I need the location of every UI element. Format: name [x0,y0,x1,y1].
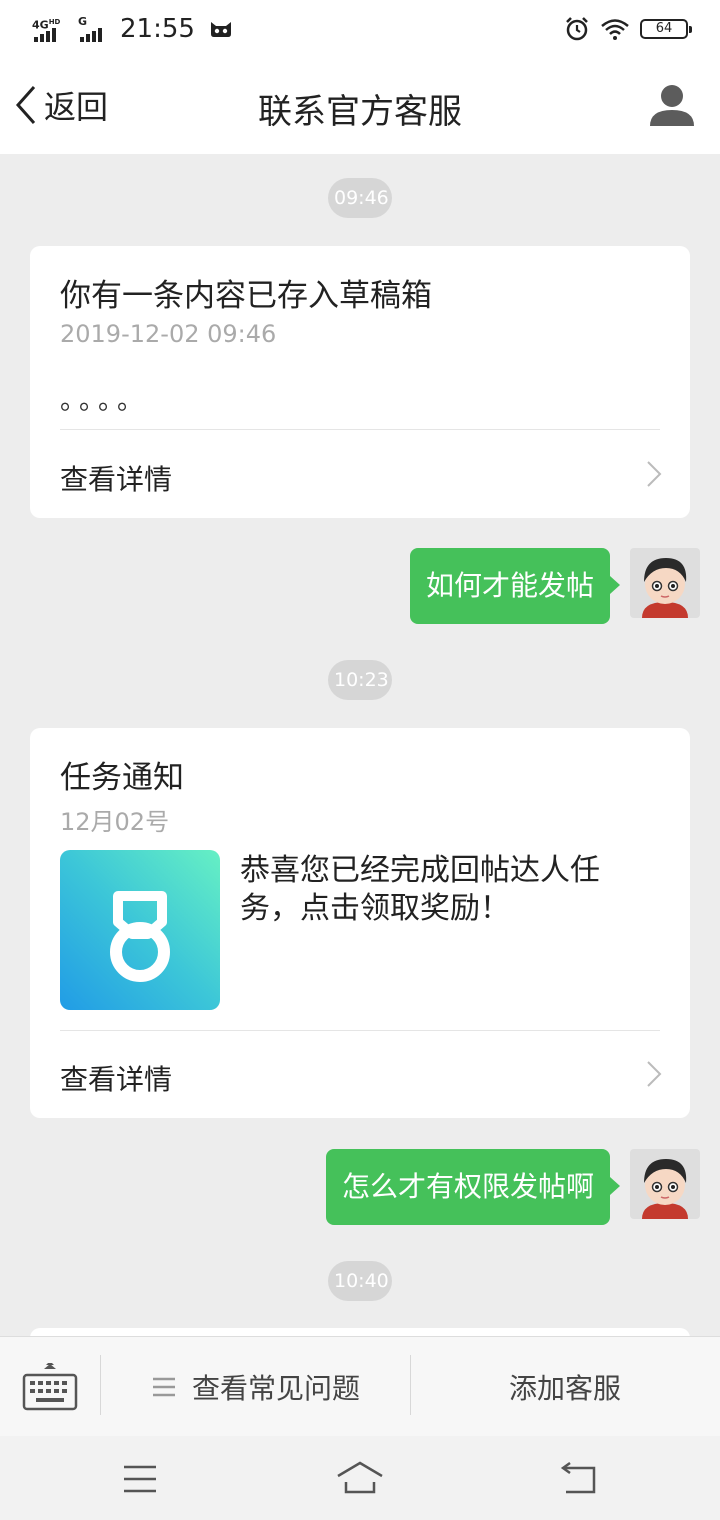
signal-bars-icon [34,28,56,42]
timestamp-pill: 10:23 [328,660,392,700]
view-details-link[interactable]: 查看详情 [60,1058,172,1098]
avatar[interactable] [630,548,700,618]
faq-label: 查看常见问题 [192,1372,361,1405]
nav-bar: 返回 联系官方客服 [0,58,720,154]
chevron-right-icon [647,461,662,487]
battery-indicator: 64 [640,19,692,39]
keyboard-icon[interactable] [22,1363,78,1413]
view-details-link[interactable]: 查看详情 [60,458,172,498]
faq-button[interactable]: 查看常见问题 [152,1367,360,1407]
status-right: 64 [564,16,692,42]
recent-apps-menu-icon[interactable] [122,1464,158,1494]
app-notification-icon [210,22,231,37]
status-left: 4GHD G 21:55 [32,14,233,44]
draft-card-body: 。。。。 [60,386,150,416]
user-profile-icon[interactable] [648,82,696,128]
bottom-action-bar: 查看常见问题 添加客服 [0,1336,720,1436]
status-bar: 4GHD G 21:55 64 [0,0,720,58]
user-message-bubble[interactable]: 怎么才有权限发帖啊 [325,1149,621,1225]
medal-image [60,850,220,1010]
timestamp-pill: 10:40 [328,1261,392,1301]
network2-label: G [78,15,88,28]
medal-icon [110,891,170,982]
draft-card[interactable]: 你有一条内容已存入草稿箱 2019-12-02 09:46 。。。。 查看详情 [30,246,690,518]
partial-card[interactable] [30,1328,690,1336]
task-card-text: 恭喜您已经完成回帖达人任务，点击领取奖励！ [240,853,600,926]
user-avatar-icon [630,548,700,618]
task-card-title: 任务通知 [60,760,184,796]
draft-card-date: 2019-12-02 09:46 [60,320,277,348]
divider [100,1355,101,1415]
signal-bars-2-icon [80,28,102,42]
network-suffix: HD [48,18,61,26]
avatar[interactable] [630,1149,700,1219]
page-title: 联系官方客服 [258,92,462,132]
add-service-button[interactable]: 添加客服 [410,1367,720,1407]
timestamp-pill: 09:46 [328,178,392,218]
user-avatar-icon [630,1149,700,1219]
chevron-right-icon [647,1061,662,1087]
card-divider [60,429,660,430]
signal-g-indicator: G [78,16,108,42]
wifi-icon [601,19,629,40]
user-message-bubble[interactable]: 如何才能发帖 [409,548,621,624]
home-icon[interactable] [336,1460,384,1496]
task-card-date: 12月02号 [60,808,170,836]
alarm-icon [566,17,588,41]
signal-4g-indicator: 4GHD [32,16,70,42]
task-card[interactable]: 任务通知 12月02号 恭喜您已经完成回帖达人任务，点击领取奖励！ 查看详情 [30,728,690,1118]
back-arrow-icon[interactable] [560,1462,598,1496]
draft-card-title: 你有一条内容已存入草稿箱 [60,278,432,314]
menu-icon [153,1377,175,1397]
card-divider [60,1030,660,1031]
status-time: 21:55 [120,14,195,44]
system-nav-bar [0,1436,720,1520]
chat-area[interactable]: 09:46 你有一条内容已存入草稿箱 2019-12-02 09:46 。。。。… [0,154,720,1336]
